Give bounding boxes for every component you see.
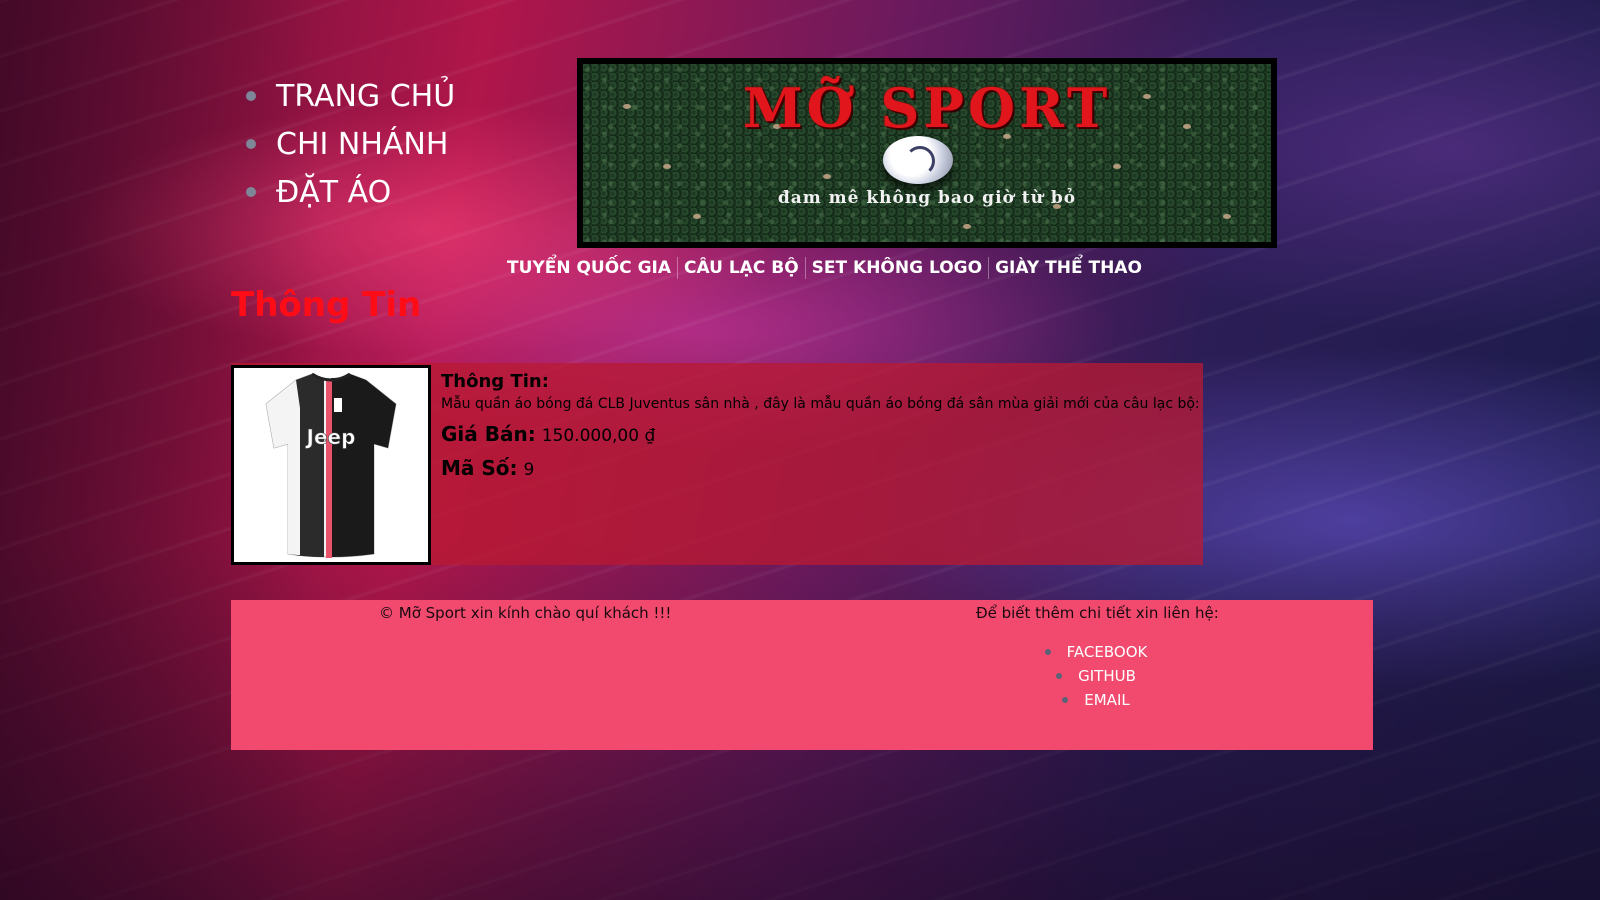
nav-item-dat-ao[interactable]: ĐẶT ÁO [246, 168, 455, 216]
bullet-icon [246, 187, 256, 197]
category-tuyen-quoc-gia[interactable]: TUYỂN QUỐC GIA [507, 258, 671, 278]
bullet-icon [1062, 697, 1069, 703]
footer-link-email[interactable]: EMAIL [1031, 688, 1161, 712]
bullet-icon [246, 91, 256, 101]
product-card: Jeep Thông Tin: Mẫu quần áo bóng đá CLB … [231, 363, 1203, 565]
divider [988, 257, 990, 279]
category-nav: TUYỂN QUỐC GIA CÂU LẠC BỘ SET KHÔNG LOGO… [507, 257, 1142, 279]
footer-link-github[interactable]: GITHUB [1031, 664, 1161, 688]
divider [677, 257, 679, 279]
footer-link-label: FACEBOOK [1066, 643, 1148, 661]
bullet-icon [1056, 673, 1063, 679]
category-giay-the-thao[interactable]: GIÀY THỂ THAO [995, 258, 1142, 278]
banner-title: MỠ SPORT [742, 76, 1112, 140]
footer-contact-heading: Để biết thêm chi tiết xin liên hệ: [976, 604, 1219, 622]
footer-greeting: © Mỡ Sport xin kính chào quí khách !!! [379, 604, 672, 622]
jersey-icon: Jeep [265, 372, 397, 558]
nav-item-label: ĐẶT ÁO [276, 174, 392, 210]
category-cau-lac-bo[interactable]: CÂU LẠC BỘ [684, 258, 799, 278]
section-title: Thông Tin [231, 285, 422, 325]
code-value: 9 [523, 460, 535, 480]
code-label: Mã Số: [441, 456, 518, 480]
price-label: Giá Bán: [441, 422, 536, 446]
soccer-ball-icon [883, 136, 953, 184]
site-banner: MỠ SPORT đam mê không bao giờ từ bỏ [577, 58, 1277, 248]
main-nav: TRANG CHỦ CHI NHÁNH ĐẶT ÁO [246, 72, 455, 216]
category-set-khong-logo[interactable]: SET KHÔNG LOGO [812, 258, 982, 278]
nav-item-chi-nhanh[interactable]: CHI NHÁNH [246, 120, 455, 168]
product-description: Mẫu quần áo bóng đá CLB Juventus sân nhà… [441, 396, 1200, 412]
jersey-sponsor-text: Jeep [305, 425, 356, 449]
footer-link-label: GITHUB [1078, 667, 1136, 685]
footer-links: FACEBOOK GITHUB EMAIL [1031, 640, 1161, 712]
product-info: Thông Tin: Mẫu quần áo bóng đá CLB Juven… [441, 369, 1203, 490]
divider [804, 257, 806, 279]
footer-link-label: EMAIL [1084, 691, 1130, 709]
bullet-icon [246, 139, 256, 149]
product-image[interactable]: Jeep [231, 365, 431, 565]
site-footer: © Mỡ Sport xin kính chào quí khách !!! Đ… [231, 600, 1373, 750]
nav-item-label: TRANG CHỦ [276, 78, 456, 114]
price-value: 150.000,00 ₫ [541, 426, 656, 446]
nav-item-trang-chu[interactable]: TRANG CHỦ [246, 72, 455, 120]
footer-link-facebook[interactable]: FACEBOOK [1031, 640, 1161, 664]
nav-item-label: CHI NHÁNH [276, 126, 449, 162]
price-row: Giá Bán: 150.000,00 ₫ [441, 422, 1203, 446]
code-row: Mã Số: 9 [441, 456, 1203, 480]
banner-slogan: đam mê không bao giờ từ bỏ [777, 188, 1077, 208]
product-info-heading: Thông Tin: [441, 371, 549, 392]
bullet-icon [1044, 649, 1051, 655]
